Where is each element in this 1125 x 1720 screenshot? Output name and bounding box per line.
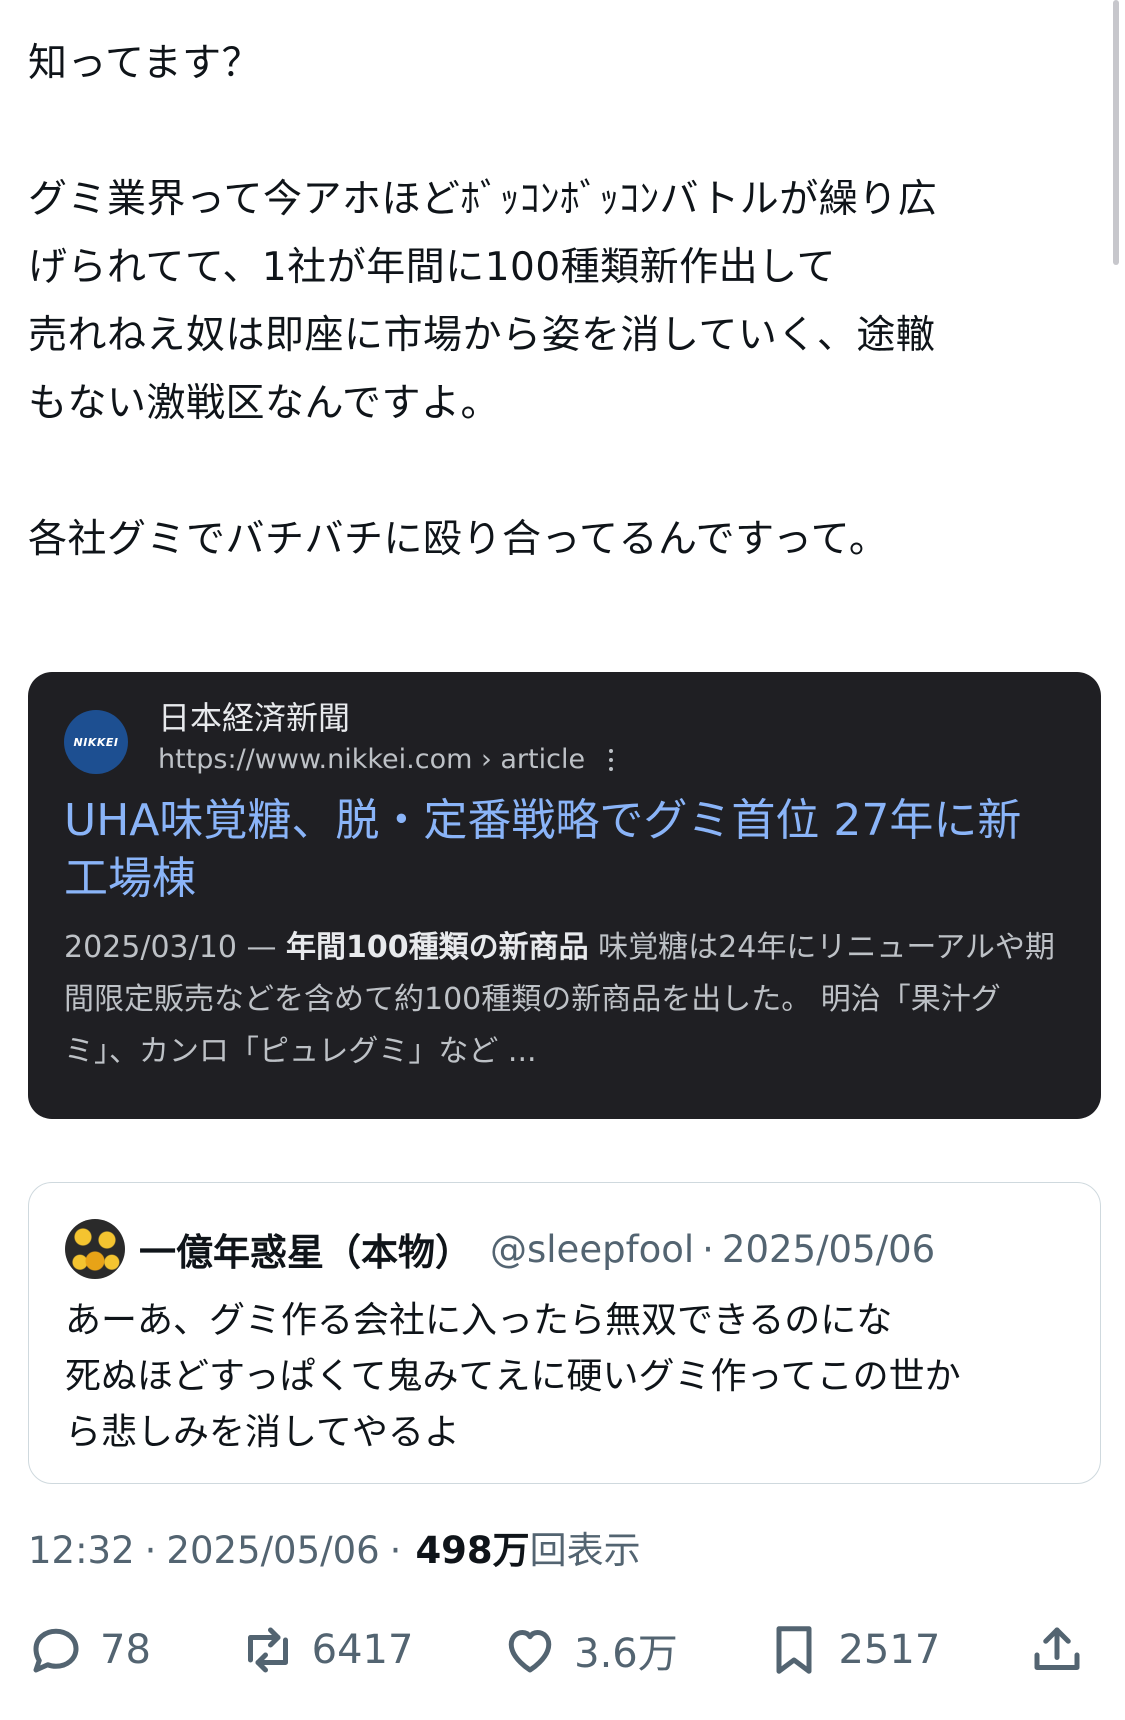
scrollbar[interactable] bbox=[1113, 0, 1119, 265]
like-count: 3.6万 bbox=[574, 1631, 678, 1677]
site-row: NIKKEI 日本経済新聞 https://www.nikkei.com › a… bbox=[64, 696, 1065, 786]
heart-icon bbox=[508, 1630, 552, 1673]
reply-button[interactable]: 78 bbox=[26, 1620, 151, 1680]
article-title: UHA味覚糖、脱・定番戦略でグミ首位 27年に新工場棟 bbox=[64, 795, 1022, 904]
more-options-icon bbox=[609, 749, 614, 771]
quoted-tweet[interactable]: 一億年惑星（本物） @sleepfool · 2025/05/06 あーあ、グミ… bbox=[28, 1182, 1101, 1484]
quote-line: ら悲しみを消してやるよ bbox=[65, 1412, 460, 1453]
link-card-image[interactable]: NIKKEI 日本経済新聞 https://www.nikkei.com › a… bbox=[28, 672, 1101, 1119]
reply-count: 78 bbox=[100, 1627, 151, 1673]
tweet-time[interactable]: 12:32 bbox=[28, 1529, 135, 1572]
tweet-text: 知ってます？ グミ業界って今アホほどﾎﾞｯｺﾝﾎﾞｯｺﾝバトルが繰り広 げられて… bbox=[28, 30, 1088, 574]
bookmark-icon bbox=[776, 1626, 812, 1674]
separator: · bbox=[389, 1529, 402, 1572]
quote-text: あーあ、グミ作る会社に入ったら無双できるのにな 死ぬほどすっぱくて鬼みてえに硬い… bbox=[65, 1293, 1064, 1461]
share-upload-icon bbox=[1034, 1627, 1080, 1670]
snippet-date: 2025/03/10 — bbox=[64, 930, 286, 965]
nikkei-logo: NIKKEI bbox=[64, 710, 128, 774]
share-button[interactable] bbox=[1027, 1620, 1101, 1680]
quote-line: 死ぬほどすっぱくて鬼みてえに硬いグミ作ってこの世か bbox=[65, 1356, 961, 1397]
retweet-count: 6417 bbox=[311, 1627, 414, 1673]
retweet-button[interactable]: 6417 bbox=[238, 1620, 414, 1680]
retweet-icon bbox=[247, 1627, 288, 1673]
tweet-line: 知ってます？ bbox=[28, 41, 262, 86]
tweet-line: げられてて、1社が年間に100種類新作出して bbox=[28, 245, 836, 290]
bookmark-count: 2517 bbox=[838, 1627, 941, 1673]
quote-date: 2025/05/06 bbox=[721, 1227, 936, 1271]
tweet-line: 各社グミでバチバチに殴り合ってるんですって。 bbox=[28, 517, 889, 562]
tweet-line: 売れねえ奴は即座に市場から姿を消していく、途轍 bbox=[28, 313, 936, 358]
separator: · bbox=[702, 1227, 714, 1271]
quote-author-name: 一億年惑星（本物） bbox=[139, 1231, 472, 1274]
tweet-date[interactable]: 2025/05/06 bbox=[166, 1529, 379, 1572]
snippet-highlight: 年間100種類の新商品 bbox=[285, 930, 589, 965]
action-bar: 78 6417 3.6万 2517 bbox=[26, 1615, 1101, 1685]
site-name: 日本経済新聞 bbox=[158, 699, 351, 737]
site-url: https://www.nikkei.com › article bbox=[158, 744, 586, 775]
nikkei-logo-text: NIKKEI bbox=[73, 735, 119, 749]
views-count[interactable]: 498万 bbox=[415, 1520, 529, 1574]
like-button[interactable]: 3.6万 bbox=[500, 1620, 678, 1680]
reply-bubble-icon bbox=[33, 1628, 79, 1673]
tweet-line: グミ業界って今アホほどﾎﾞｯｺﾝﾎﾞｯｺﾝバトルが繰り広 bbox=[28, 177, 938, 222]
quote-author-handle: @sleepfool bbox=[490, 1227, 695, 1271]
tweet-meta: 12:32 · 2025/05/06 · 498万 回表示 bbox=[28, 1520, 641, 1574]
separator: · bbox=[144, 1529, 157, 1572]
tweet-line: もない激戦区なんですよ。 bbox=[28, 381, 501, 426]
bookmark-button[interactable]: 2517 bbox=[764, 1620, 940, 1680]
quote-line: あーあ、グミ作る会社に入ったら無双できるのにな bbox=[65, 1300, 893, 1341]
article-snippet: 2025/03/10 — 年間100種類の新商品 味覚糖は24年にリニューアルや… bbox=[64, 922, 1065, 1078]
views-label[interactable]: 回表示 bbox=[530, 1520, 641, 1574]
avatar[interactable] bbox=[65, 1219, 125, 1279]
